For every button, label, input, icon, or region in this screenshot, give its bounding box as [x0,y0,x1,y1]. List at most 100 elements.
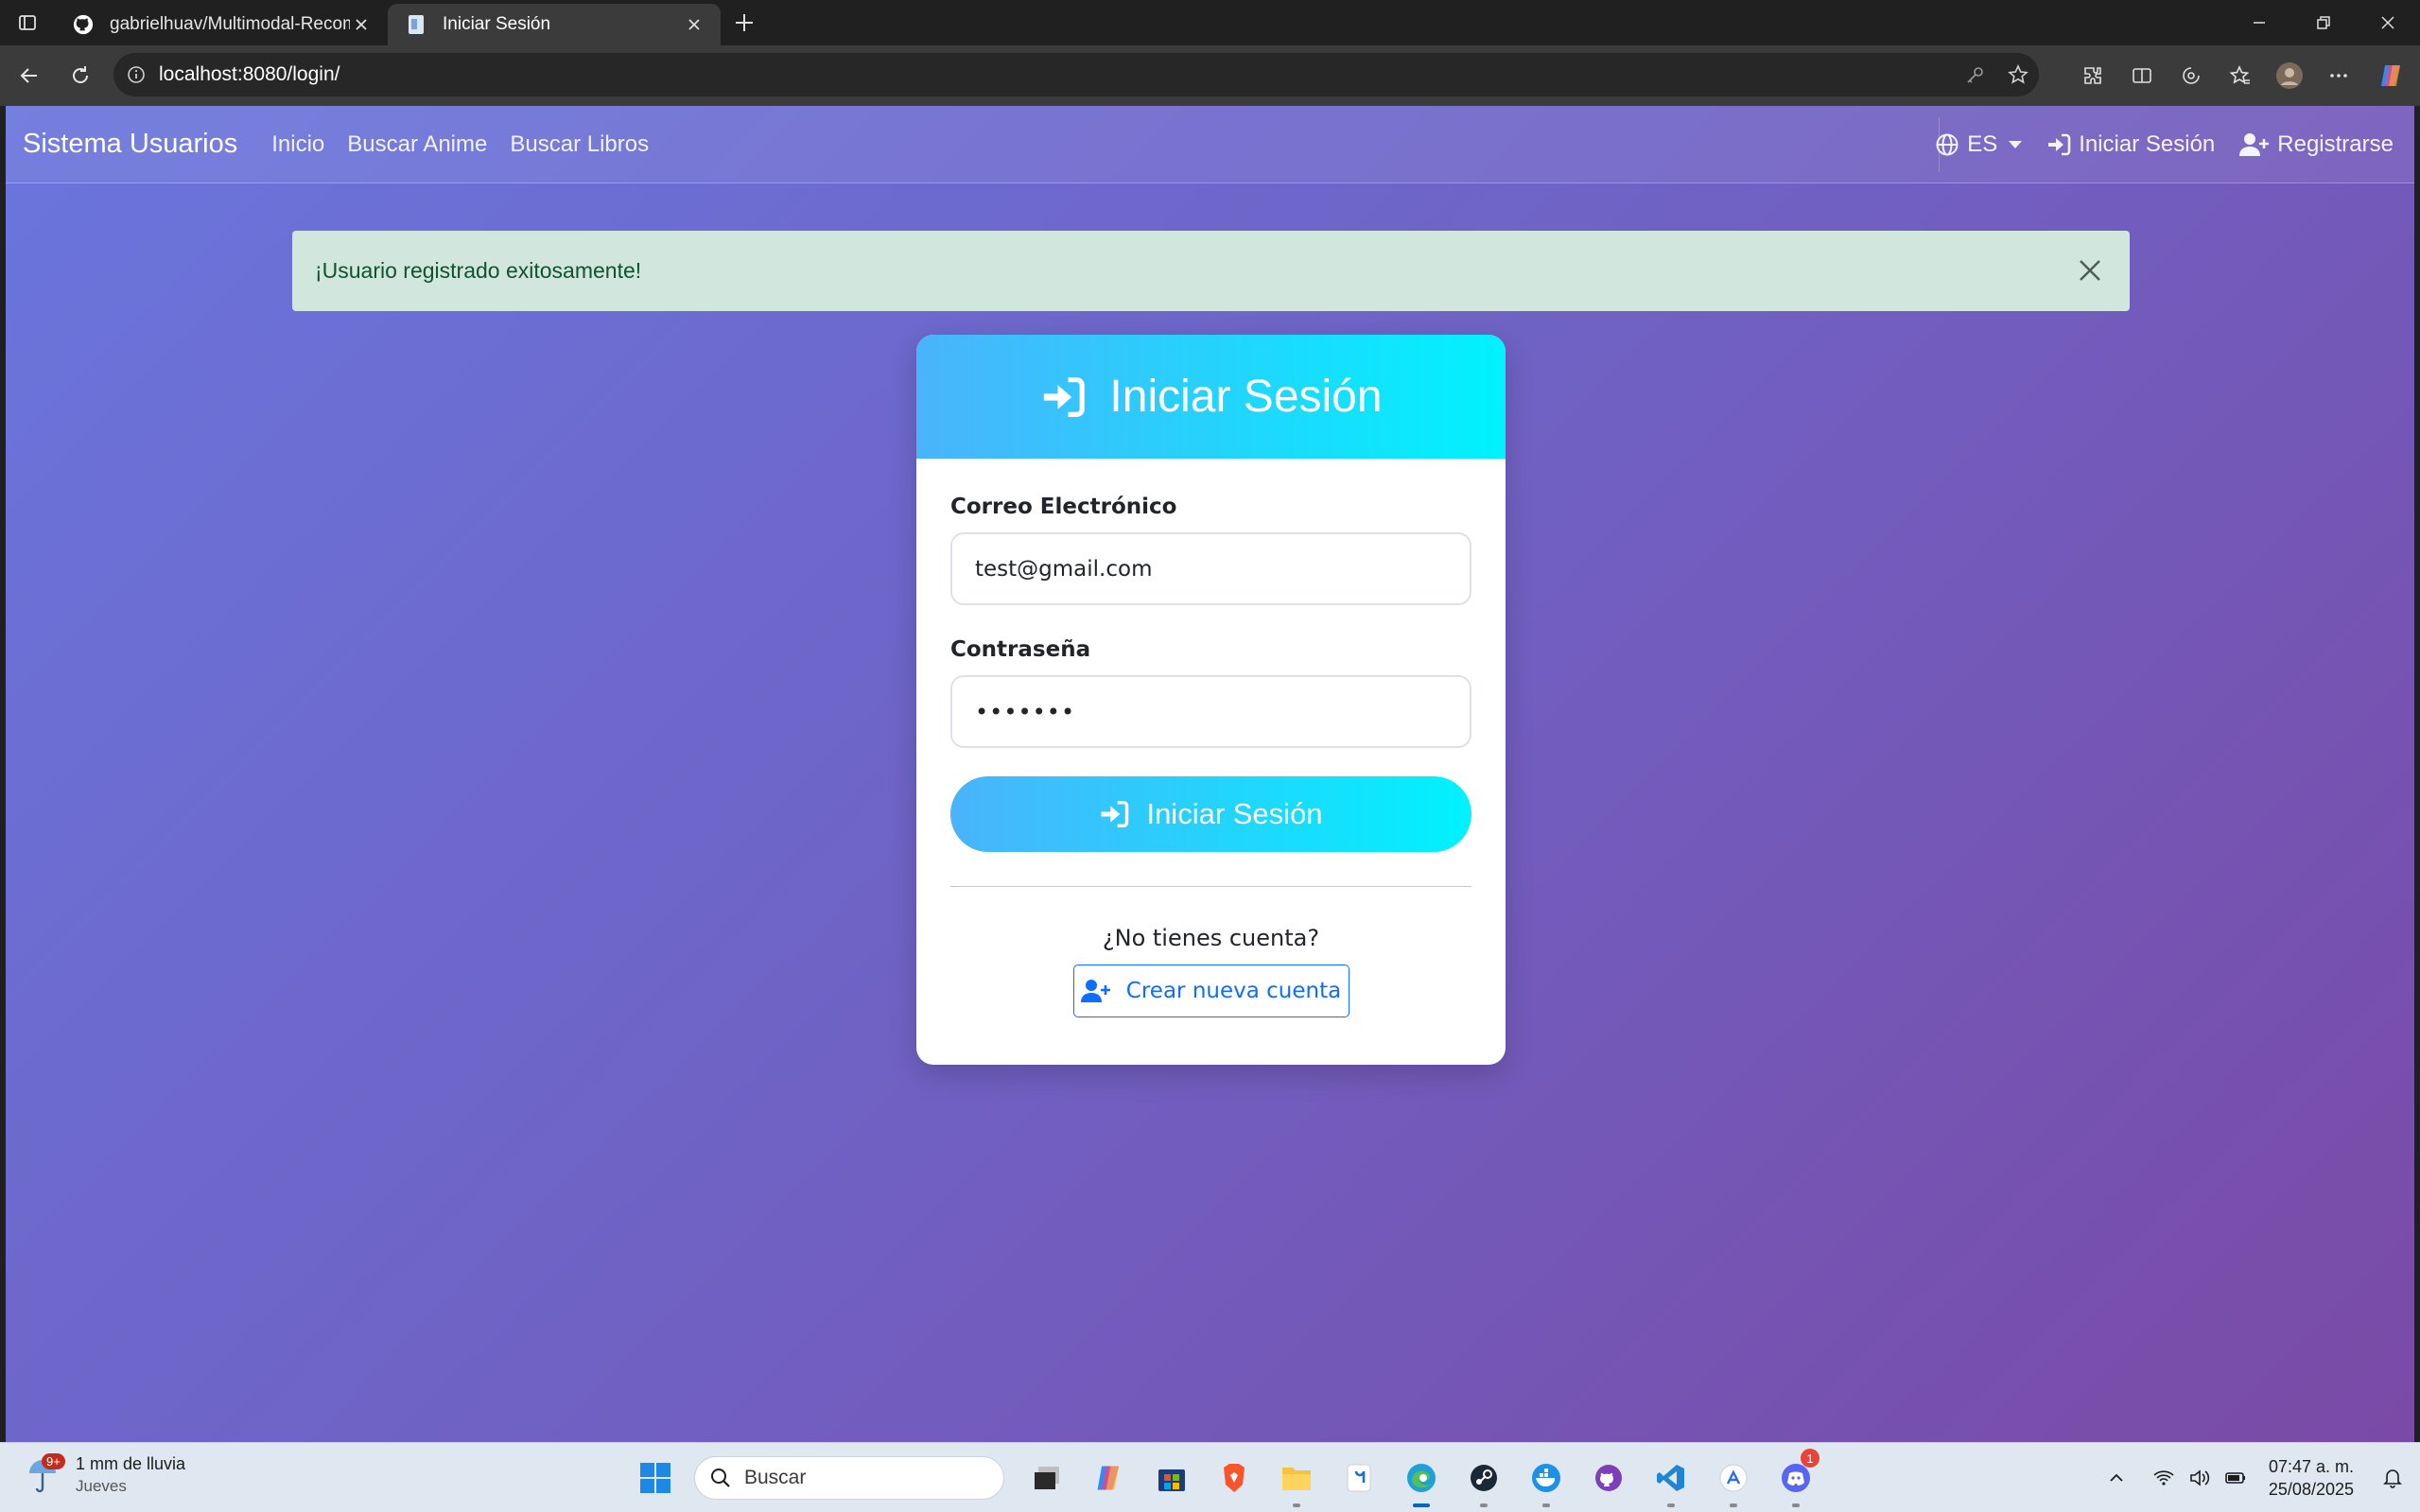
chevron-up-icon[interactable] [2098,1443,2134,1512]
sign-in-icon [1101,800,1129,828]
create-account-button[interactable]: Crear nueva cuenta [1072,965,1349,1017]
divider [950,886,1471,887]
wifi-icon[interactable] [2146,1443,2182,1512]
close-icon [2080,260,2100,281]
running-indicator [1480,1503,1488,1507]
login-submit-label: Iniciar Sesión [1146,797,1323,830]
file-explorer-icon[interactable] [1265,1443,1328,1512]
login-card: Iniciar Sesión Correo Electrónico test@g… [916,335,1506,1065]
active-indicator [1413,1503,1430,1507]
github-desktop-icon[interactable] [1577,1443,1640,1512]
success-alert: ¡Usuario registrado exitosamente! [292,231,2130,311]
system-tray: 07:47 a. m. 25/08/2025 [2098,1443,2420,1512]
globe-icon [1936,133,1959,156]
extensions-icon[interactable] [2068,45,2117,106]
close-window-button[interactable] [2356,0,2420,45]
nav-login-link[interactable]: Iniciar Sesión [2046,131,2215,158]
task-view-icon[interactable] [1016,1443,1078,1512]
taskbar-search[interactable]: Buscar [694,1456,1004,1500]
close-tab-icon[interactable] [683,13,705,36]
running-indicator [1542,1503,1550,1507]
reload-icon [73,66,88,83]
volume-icon[interactable] [2182,1443,2218,1512]
url-text: localhost:8080/login/ [159,63,340,85]
sidebar-panel-icon [19,15,36,30]
sign-in-icon [2048,133,2071,156]
copilot-icon[interactable] [2363,45,2420,106]
weather-day: Jueves [76,1477,127,1495]
user-plus-icon [2239,133,2270,156]
page-icon [405,13,427,36]
split-screen-icon[interactable] [2117,45,2167,106]
back-button[interactable] [4,50,55,101]
password-label: Contraseña [950,637,1091,662]
notification-badge: 9+ [42,1453,65,1469]
email-field[interactable]: test@gmail.com [950,532,1471,605]
star-icon[interactable] [2007,63,2029,86]
restore-button[interactable] [2291,0,2356,45]
password-field[interactable]: ••••••• [950,675,1471,748]
window-controls [2227,0,2420,45]
nav-link-buscar-anime[interactable]: Buscar Anime [347,131,487,158]
brave-browser-icon[interactable] [1203,1443,1265,1512]
login-submit-button[interactable]: Iniciar Sesión [950,776,1471,852]
new-tab-button[interactable] [721,0,768,45]
edge-browser-icon[interactable] [1390,1443,1453,1512]
reload-button[interactable] [55,50,106,101]
minimize-button[interactable] [2227,0,2291,45]
nav-link-inicio[interactable]: Inicio [271,131,324,158]
steam-icon[interactable] [1453,1443,1515,1512]
create-account-label: Crear nueva cuenta [1125,979,1342,1003]
browser-tab-github[interactable]: gabrielhuav/Multimodal-Recomm [55,4,388,45]
running-indicator [1293,1503,1300,1507]
language-dropdown[interactable]: ES [1935,131,2023,158]
notepad-app-icon[interactable] [1328,1443,1390,1512]
start-button[interactable] [624,1443,687,1512]
plus-icon [736,14,753,31]
clock-time: 07:47 a. m. [2268,1457,2354,1476]
toolbar-actions [2068,45,2420,106]
nav-register-label: Registrarse [2277,131,2394,157]
more-options-icon[interactable] [2314,45,2363,106]
discord-badge: 1 [1801,1449,1819,1468]
site-navbar: Sistema Usuarios Inicio Buscar Anime Bus… [6,106,2414,183]
browser-tab-login[interactable]: Iniciar Sesión [388,4,721,45]
browser-toolbar: localhost:8080/login/ [0,45,2420,106]
email-label: Correo Electrónico [950,495,1177,519]
alert-message: ¡Usuario registrado exitosamente! [315,258,642,283]
nav-register-link[interactable]: Registrarse [2239,131,2394,158]
alert-close-button[interactable] [2071,252,2109,289]
vscode-icon[interactable] [1640,1443,1702,1512]
windows-logo-icon [640,1463,670,1493]
login-card-header: Iniciar Sesión [916,335,1506,459]
discord-icon[interactable]: 1 [1765,1443,1827,1512]
clock-date: 25/08/2025 [2268,1480,2354,1499]
battery-icon[interactable] [2218,1443,2254,1512]
info-icon [128,66,145,83]
close-tab-icon[interactable] [350,13,373,36]
tab-actions-button[interactable] [0,0,55,45]
microsoft-store-icon[interactable] [1140,1443,1203,1512]
browser-essentials-icon[interactable] [2167,45,2216,106]
favorites-icon[interactable] [2216,45,2265,106]
sign-in-icon [1044,376,1086,417]
running-indicator [1730,1503,1737,1507]
copilot-app-icon[interactable] [1078,1443,1140,1512]
user-plus-icon [1080,980,1110,1002]
nav-link-buscar-libros[interactable]: Buscar Libros [510,131,649,158]
language-label: ES [1967,131,1998,157]
taskbar-apps: Buscar 1 [624,1443,1827,1512]
weather-title: 1 mm de lluvia [76,1454,186,1473]
docker-icon[interactable] [1515,1443,1577,1512]
profile-avatar[interactable] [2265,45,2314,106]
search-placeholder: Buscar [744,1467,807,1488]
key-icon[interactable] [1965,64,1986,85]
navbar-brand[interactable]: Sistema Usuarios [23,129,237,160]
taskbar-clock[interactable]: 07:47 a. m. 25/08/2025 [2269,1455,2354,1501]
app-store-icon[interactable] [1702,1443,1765,1512]
chevron-down-icon [2009,141,2023,148]
notifications-icon[interactable] [2375,1443,2411,1512]
tab-title: Iniciar Sesión [443,14,551,34]
address-bar[interactable]: localhost:8080/login/ [113,53,2039,96]
running-indicator [1667,1503,1675,1507]
